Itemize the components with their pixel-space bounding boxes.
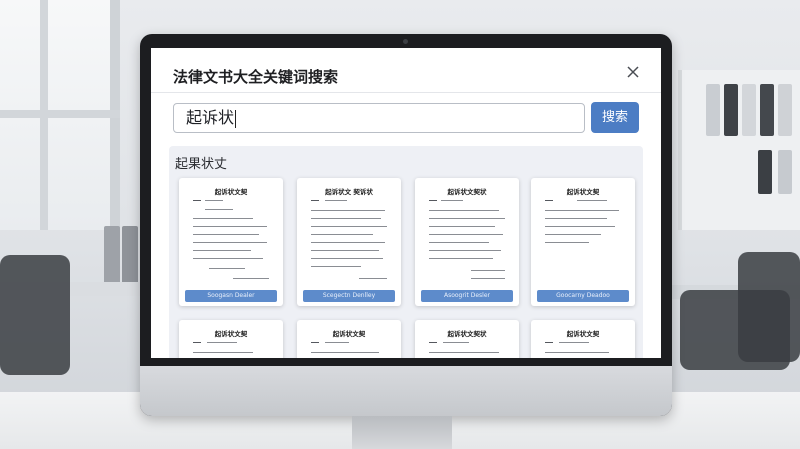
card-title: 起诉状文契 — [332, 330, 366, 338]
webcam-icon — [403, 39, 408, 44]
card-title: 起诉状文 契诉状 — [325, 188, 373, 196]
background-shelf — [678, 70, 800, 230]
monitor-stand — [352, 416, 452, 449]
search-input[interactable]: 起诉状 — [173, 103, 585, 133]
card-title: 起诉状文契 — [214, 330, 248, 338]
result-card[interactable]: 起诉状文契 — [531, 320, 635, 358]
background-binder — [122, 226, 138, 290]
results-heading: 起果状丈 — [175, 157, 228, 172]
text-caret — [235, 109, 237, 128]
results-panel: 起果状丈 起诉状文契 Soogasn Dealer 起诉状文 契诉状 Scege… — [169, 146, 643, 358]
card-title: 起诉状文契状 — [447, 188, 487, 196]
card-title: 起诉状文契状 — [447, 330, 487, 338]
card-open-button[interactable]: Goocarny Deadoo — [537, 290, 629, 302]
card-title: 起诉状文契 — [214, 188, 248, 196]
result-card[interactable]: 起诉状文契状 Asoogrit Desler — [415, 178, 519, 306]
search-button[interactable]: 搜索 — [591, 102, 639, 133]
search-input-value: 起诉状 — [186, 108, 235, 127]
header-divider — [151, 92, 661, 93]
result-card[interactable]: 起诉状文契 — [297, 320, 401, 358]
close-icon[interactable] — [625, 64, 641, 80]
background-binder — [104, 226, 120, 290]
result-card[interactable]: 起诉状文契 Soogasn Dealer — [179, 178, 283, 306]
dialog-title: 法律文书大全关键词搜索 — [173, 68, 339, 86]
result-card[interactable]: 起诉状文 契诉状 Scegectn Denlley — [297, 178, 401, 306]
result-card[interactable]: 起诉状文契 — [179, 320, 283, 358]
result-card[interactable]: 起诉状文契状 — [415, 320, 519, 358]
background-chair — [0, 255, 70, 375]
result-card[interactable]: 起诉状文契 Goocarny Deadoo — [531, 178, 635, 306]
monitor-chin — [140, 366, 672, 416]
card-open-button[interactable]: Scegectn Denlley — [303, 290, 395, 302]
card-title: 起诉状文契 — [566, 188, 600, 196]
card-open-button[interactable]: Soogasn Dealer — [185, 290, 277, 302]
background-chair — [738, 252, 800, 362]
card-title: 起诉状文契 — [566, 330, 600, 338]
background-window — [0, 0, 120, 230]
card-open-button[interactable]: Asoogrit Desler — [421, 290, 513, 302]
screen: 法律文书大全关键词搜索 起诉状 搜索 起果状丈 起诉状文契 Soogasn De… — [151, 48, 661, 358]
